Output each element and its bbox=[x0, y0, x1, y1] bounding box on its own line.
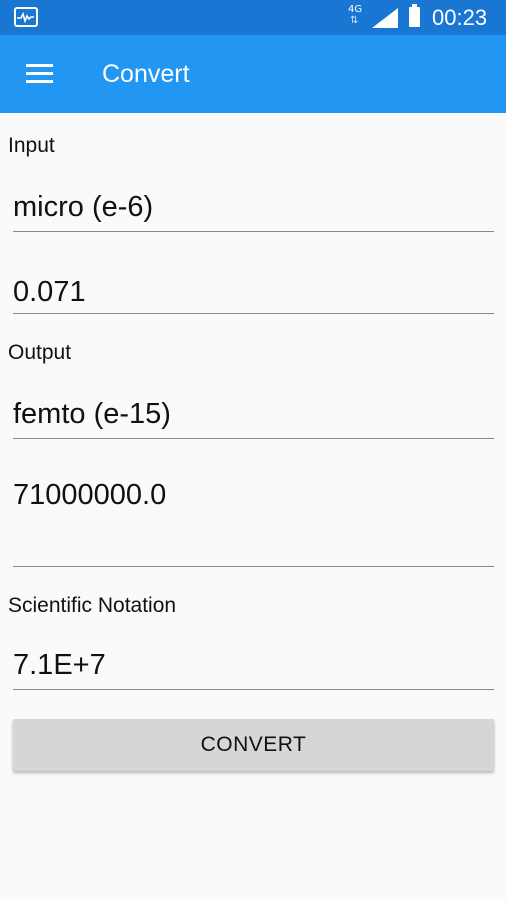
scientific-notation-label: Scientific Notation bbox=[8, 594, 177, 617]
input-section-label: Input bbox=[8, 134, 55, 157]
convert-button[interactable]: CONVERT bbox=[13, 719, 494, 771]
output-prefix-select[interactable]: femto (e-15) bbox=[13, 397, 494, 439]
battery-icon bbox=[409, 4, 420, 27]
status-time: 00:23 bbox=[432, 5, 488, 30]
output-value-field[interactable]: 71000000.0 bbox=[13, 463, 494, 567]
output-section-label: Output bbox=[8, 341, 72, 364]
status-bar: 4G ⇅ 00:23 bbox=[0, 0, 506, 35]
input-value-field[interactable] bbox=[13, 272, 494, 314]
page-title: Convert bbox=[102, 60, 190, 88]
signal-strength-icon bbox=[372, 8, 398, 28]
scientific-notation-field[interactable]: 7.1E+7 bbox=[13, 648, 494, 690]
hamburger-menu-icon[interactable] bbox=[26, 64, 53, 84]
input-prefix-select[interactable]: micro (e-6) bbox=[13, 190, 494, 232]
activity-notification-icon bbox=[14, 7, 38, 27]
app-bar: Convert bbox=[0, 35, 506, 113]
network-type-label: 4G bbox=[348, 4, 363, 15]
data-activity-icon: ⇅ bbox=[350, 15, 359, 26]
